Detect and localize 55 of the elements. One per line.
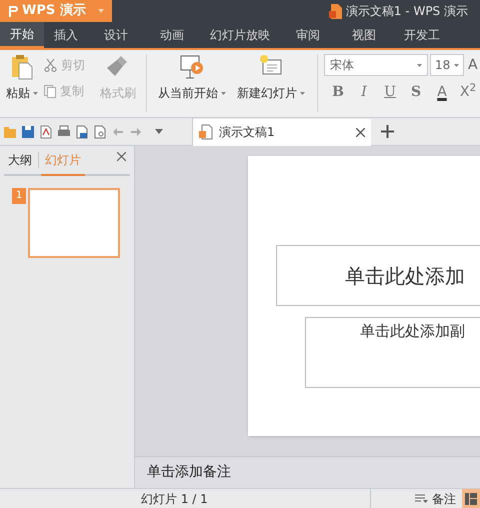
caret-icon bbox=[417, 64, 422, 66]
notes-button[interactable]: 备注 bbox=[415, 490, 456, 508]
close-icon[interactable] bbox=[117, 152, 126, 160]
document-icon bbox=[328, 4, 342, 18]
dropdown-icon[interactable] bbox=[155, 129, 163, 134]
slide-count: 幻灯片 1 / 1 bbox=[141, 490, 208, 508]
color-button[interactable]: A bbox=[432, 82, 452, 103]
view-icon bbox=[465, 492, 477, 504]
print-preview-icon[interactable] bbox=[75, 124, 89, 138]
notes-field[interactable]: 单击添加备注 bbox=[135, 456, 480, 488]
menu-tab[interactable]: 插入 bbox=[44, 22, 88, 48]
scissors-icon bbox=[44, 58, 57, 72]
bold-button[interactable]: B bbox=[328, 82, 348, 103]
clipboard-icon bbox=[11, 54, 33, 80]
new-tab-icon[interactable] bbox=[381, 125, 394, 138]
caret-icon bbox=[98, 9, 104, 13]
normal-view-button[interactable] bbox=[462, 488, 480, 508]
subtitle-placeholder[interactable]: 单击此处添加副 bbox=[305, 317, 480, 388]
font-field[interactable]: 宋体 bbox=[324, 54, 428, 76]
menu-tab[interactable]: 开始 bbox=[0, 22, 44, 48]
grow-font-button[interactable]: A bbox=[466, 54, 480, 76]
menu-tab[interactable]: 动画 bbox=[144, 22, 200, 48]
copy-icon bbox=[44, 84, 56, 98]
print-icon[interactable] bbox=[57, 124, 71, 138]
font-size-field[interactable]: 18 bbox=[430, 54, 464, 76]
new-slide-button[interactable]: 新建幻灯片 bbox=[231, 54, 311, 117]
underline-button[interactable]: U bbox=[380, 82, 400, 103]
presentation-icon bbox=[180, 54, 204, 80]
menu-tab[interactable]: 设计 bbox=[88, 22, 144, 48]
slide-thumbnail[interactable] bbox=[28, 188, 120, 258]
window-title: 演示文稿1 - WPS 演示 bbox=[346, 3, 468, 20]
italic-button[interactable]: I bbox=[354, 82, 374, 103]
caret-icon bbox=[221, 92, 226, 94]
document-tab[interactable]: 演示文稿1 bbox=[193, 118, 371, 146]
title-placeholder[interactable]: 单击此处添加 bbox=[276, 245, 480, 306]
play-from-current-button[interactable]: 从当前开始 bbox=[153, 54, 231, 117]
superscript-button[interactable]: X$^{2}$ bbox=[458, 82, 478, 103]
presentation-file-icon bbox=[199, 124, 213, 140]
preview-icon[interactable] bbox=[93, 124, 107, 138]
caret-icon bbox=[454, 64, 459, 66]
paste-button[interactable]: 粘贴 bbox=[0, 54, 44, 117]
export-pdf-icon[interactable] bbox=[39, 124, 53, 138]
menu-tab[interactable]: 开发工 bbox=[392, 22, 452, 48]
slide-number-badge: 1 bbox=[12, 188, 26, 204]
caret-icon bbox=[300, 92, 305, 94]
save-icon[interactable] bbox=[21, 124, 35, 138]
panel-tab[interactable]: 大纲 bbox=[4, 145, 36, 175]
close-icon[interactable] bbox=[356, 128, 365, 136]
menu-tab[interactable]: 视图 bbox=[336, 22, 392, 48]
app-logo-icon bbox=[8, 4, 18, 18]
menu-tab[interactable]: 审阅 bbox=[280, 22, 336, 48]
caret-icon bbox=[33, 92, 38, 94]
shadow-button[interactable]: S bbox=[406, 82, 426, 103]
notes-icon bbox=[415, 494, 428, 504]
menu-tab[interactable]: 幻灯片放映 bbox=[200, 22, 280, 48]
